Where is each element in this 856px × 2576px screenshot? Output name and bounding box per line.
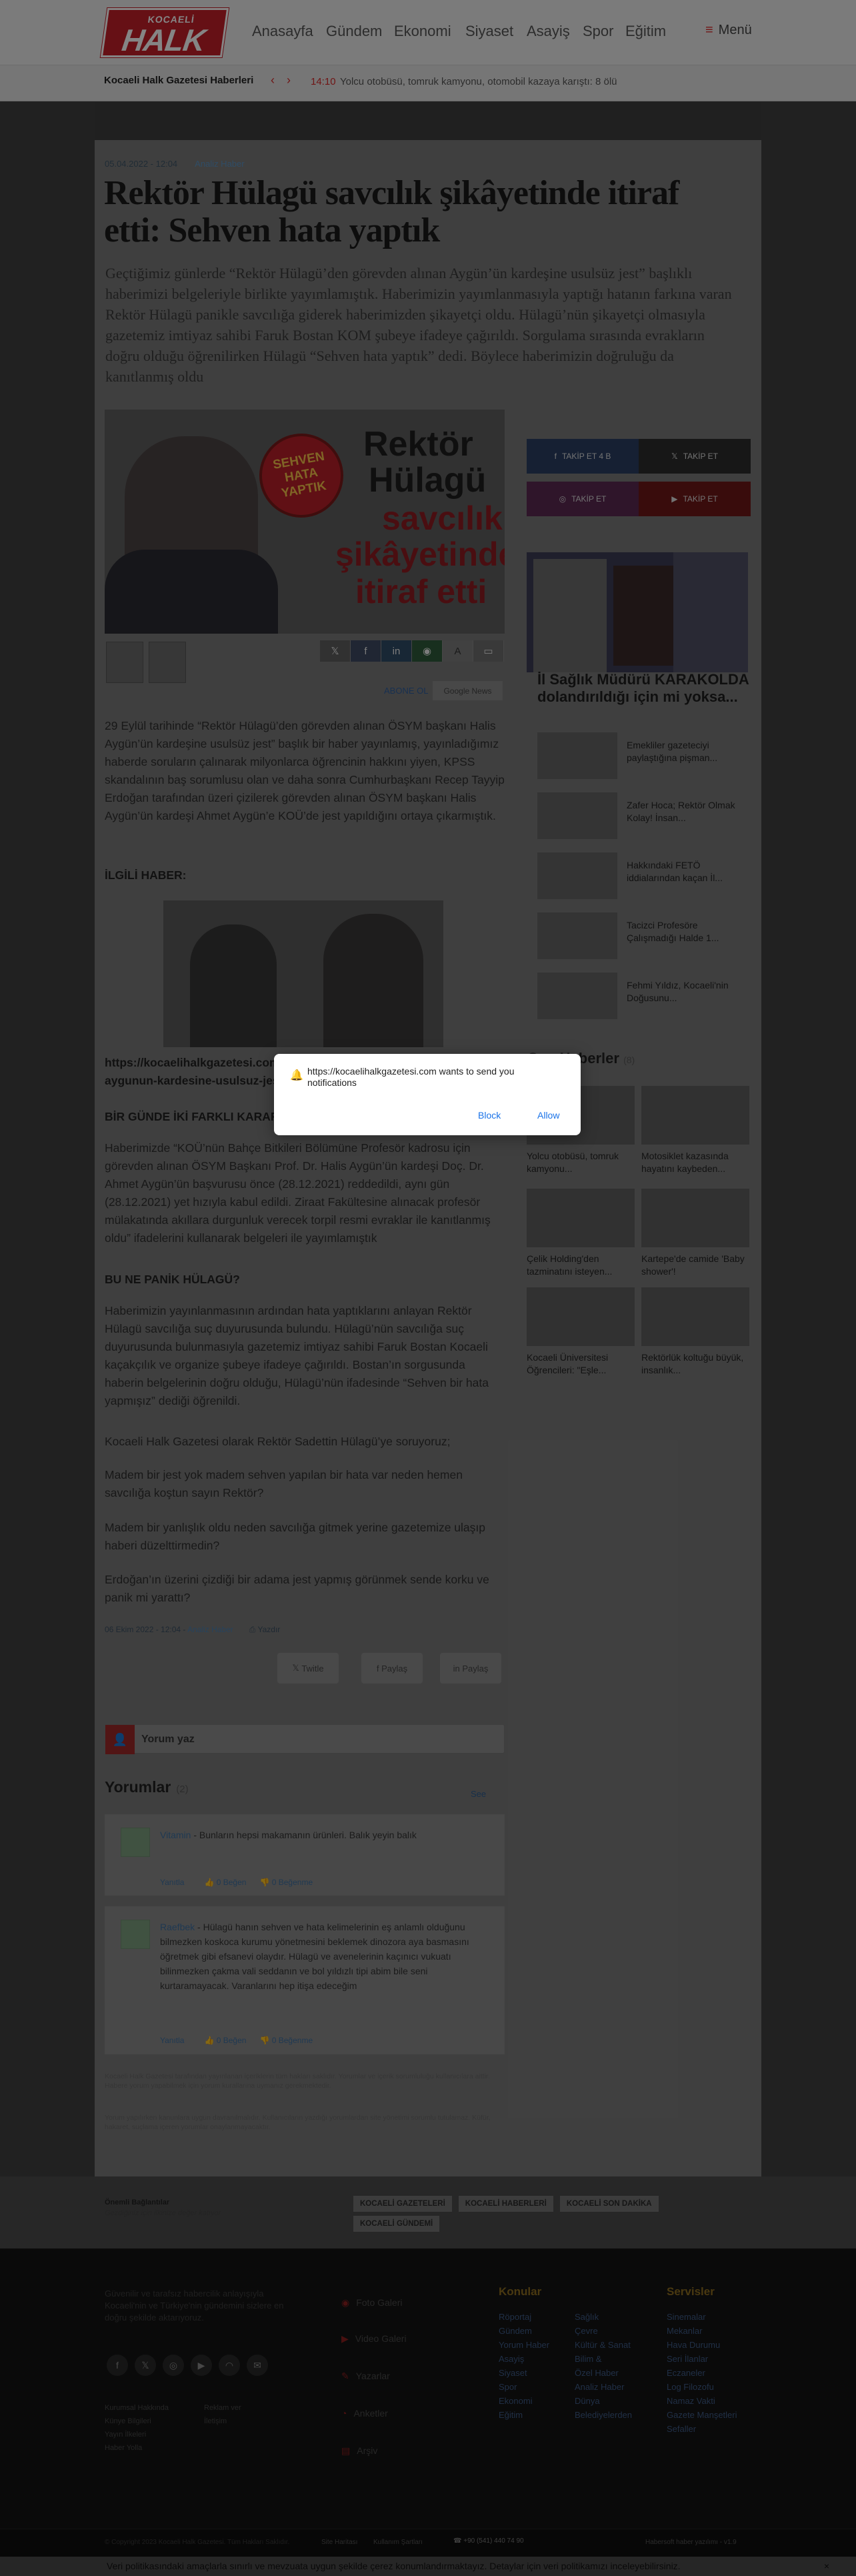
allow-button[interactable]: Allow [537, 1110, 559, 1121]
modal-overlay [0, 0, 856, 2576]
block-button[interactable]: Block [478, 1110, 501, 1121]
dialog-text: https://kocaelihalkgazetesi.com wants to… [307, 1066, 515, 1088]
bell-icon: 🔔 [290, 1070, 303, 1081]
notification-permission-dialog: 🔔 https://kocaelihalkgazetesi.com wants … [274, 1054, 581, 1135]
